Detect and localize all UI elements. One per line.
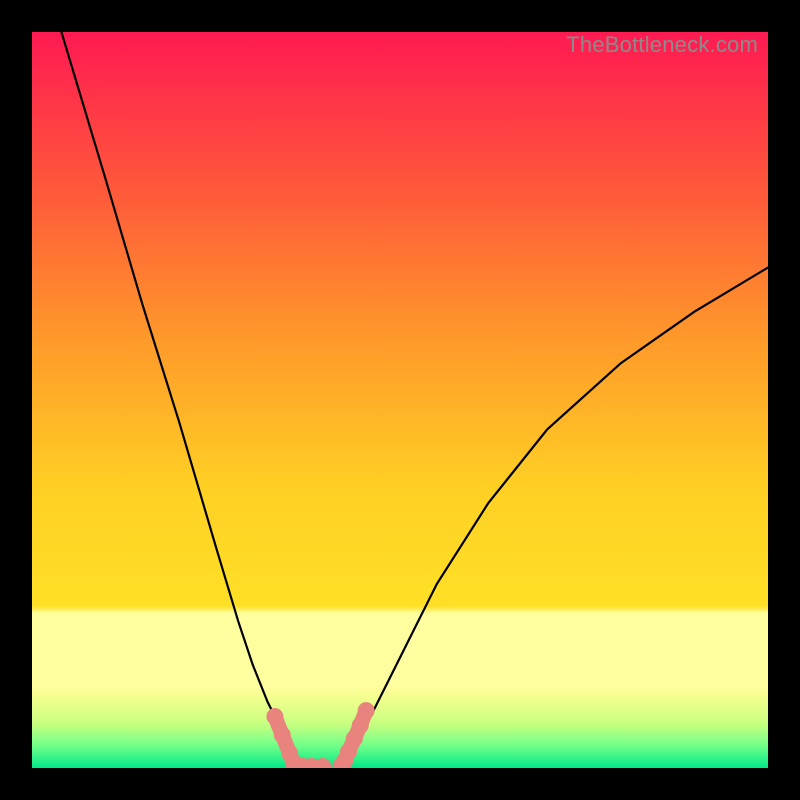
outer-frame: TheBottleneck.com bbox=[0, 0, 800, 800]
marker-dot bbox=[266, 708, 283, 725]
marker-dot bbox=[352, 717, 369, 734]
chart-svg bbox=[32, 32, 768, 768]
series-left-curve bbox=[61, 32, 300, 768]
watermark-text: TheBottleneck.com bbox=[566, 32, 758, 58]
marker-dot bbox=[274, 726, 291, 743]
series-right-curve bbox=[345, 268, 768, 768]
plot-area: TheBottleneck.com bbox=[32, 32, 768, 768]
marker-dot bbox=[358, 702, 375, 719]
